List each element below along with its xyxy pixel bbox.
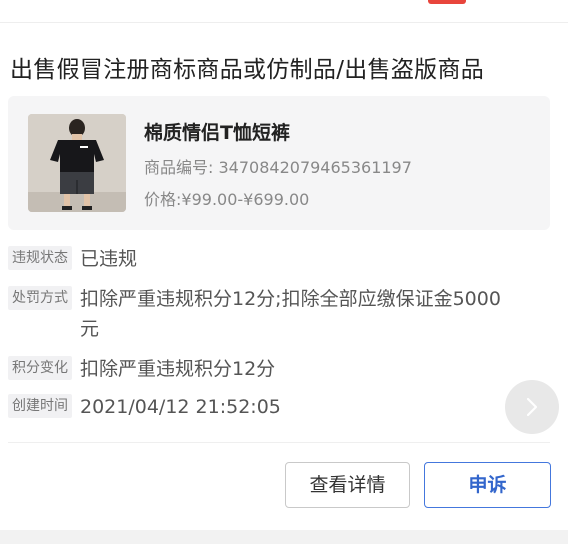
product-card[interactable]: 棉质情侣T恤短裤 商品编号: 3470842079465361197 价格:¥9… — [8, 96, 550, 230]
bottom-separator — [0, 530, 568, 544]
created-value: 2021/04/12 21:52:05 — [80, 396, 281, 418]
view-details-button[interactable]: 查看详情 — [285, 462, 410, 508]
product-price: 价格:¥99.00-¥699.00 — [144, 186, 309, 210]
product-price-value: ¥99.00-¥699.00 — [181, 190, 310, 209]
product-code-value: 3470842079465361197 — [218, 158, 412, 177]
divider — [8, 442, 550, 443]
points-row: 积分变化 扣除严重违规积分12分 — [8, 354, 275, 384]
status-label: 违规状态 — [8, 246, 72, 270]
violation-detail-page: 出售假冒注册商标商品或仿制品/出售盗版商品 棉质情侣T恤短裤 商品编号: 347… — [0, 0, 568, 544]
product-code: 商品编号: 3470842079465361197 — [144, 154, 412, 178]
penalty-row: 处罚方式 扣除严重违规积分12分;扣除全部应缴保证金5000元 — [8, 284, 510, 344]
points-label: 积分变化 — [8, 356, 72, 380]
penalty-label: 处罚方式 — [8, 286, 72, 310]
status-row: 违规状态 已违规 — [8, 244, 137, 274]
next-page-button[interactable] — [505, 380, 559, 434]
product-name: 棉质情侣T恤短裤 — [144, 122, 290, 144]
violation-title: 出售假冒注册商标商品或仿制品/出售盗版商品 — [10, 57, 485, 83]
chevron-right-icon — [526, 397, 538, 417]
red-badge — [428, 0, 466, 4]
created-row: 创建时间 2021/04/12 21:52:05 — [8, 392, 281, 422]
points-value: 扣除严重违规积分12分 — [80, 358, 276, 380]
appeal-button[interactable]: 申诉 — [424, 462, 551, 508]
product-code-label: 商品编号: — [144, 158, 214, 177]
penalty-value: 扣除严重违规积分12分;扣除全部应缴保证金5000元 — [80, 288, 501, 340]
product-price-label: 价格: — [144, 190, 182, 209]
previous-card-edge — [0, 0, 568, 23]
tshirt-shorts-photo-icon — [28, 114, 126, 212]
product-thumbnail — [28, 114, 126, 212]
created-label: 创建时间 — [8, 394, 72, 418]
status-value: 已违规 — [80, 248, 138, 270]
